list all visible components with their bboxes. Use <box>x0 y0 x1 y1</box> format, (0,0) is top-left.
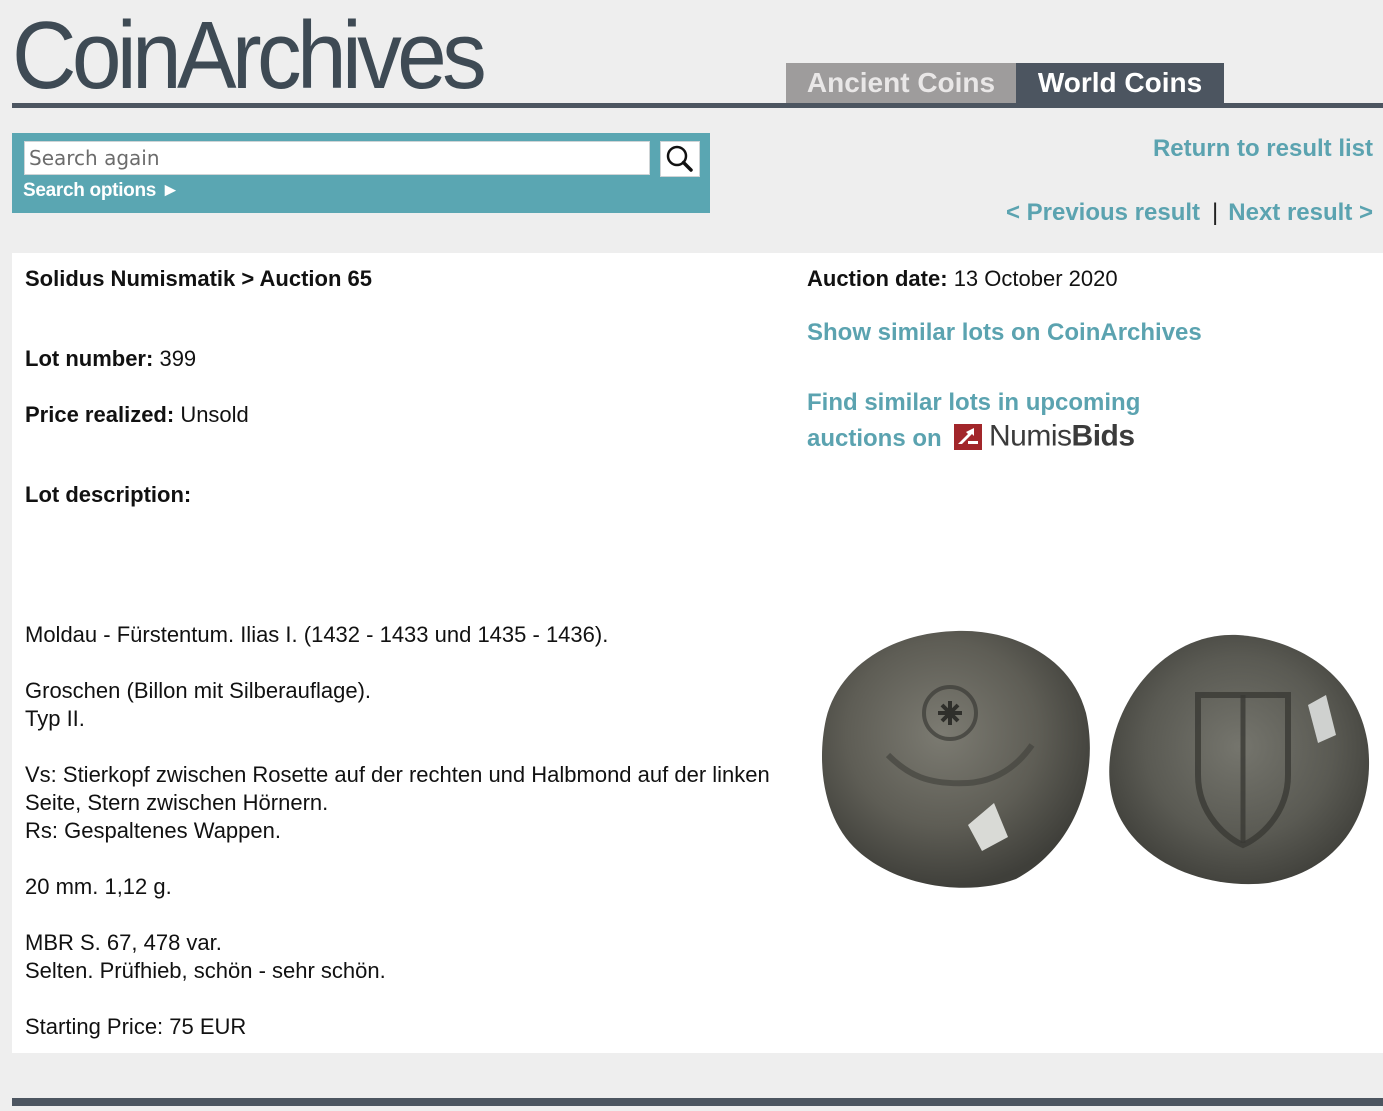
lot-number-label: Lot number: <box>25 346 154 371</box>
search-input[interactable] <box>24 141 650 175</box>
show-similar-lots-link[interactable]: Show similar lots on CoinArchives <box>807 319 1202 347</box>
description-line: Vs: Stierkopf zwischen Rosette auf der r… <box>25 762 770 815</box>
search-icon <box>666 145 693 172</box>
footer-divider <box>12 1098 1383 1106</box>
description-line: 20 mm. 1,12 g. <box>25 874 172 899</box>
description-block: MBR S. 67, 478 var. Selten. Prüfhieb, sch… <box>25 929 785 985</box>
header-divider <box>12 103 1383 108</box>
description-block: Vs: Stierkopf zwischen Rosette auf der r… <box>25 761 785 845</box>
coin-image[interactable] <box>818 625 1378 895</box>
auction-date-value: 13 October 2020 <box>953 266 1118 291</box>
coin-obverse <box>821 630 1090 888</box>
numisbids-logo[interactable]: NumisBids <box>954 418 1135 455</box>
description-line: Typ II. <box>25 706 85 731</box>
search-button[interactable] <box>660 141 700 177</box>
upcoming-line-1[interactable]: Find similar lots in upcoming <box>807 389 1140 416</box>
upcoming-line-2[interactable]: auctions on <box>807 425 942 452</box>
description-block: Groschen (Billon mit Silberauflage). Typ … <box>25 677 785 733</box>
coinarchives-logo[interactable]: CoinArchives <box>12 4 518 108</box>
description-line: MBR S. 67, 478 var. <box>25 930 222 955</box>
numisbids-wordmark: NumisBids <box>989 419 1135 453</box>
previous-result-link[interactable]: < Previous result <box>1006 199 1200 226</box>
search-panel: Search options ► <box>12 133 710 213</box>
tab-ancient-coins[interactable]: Ancient Coins <box>786 63 1016 103</box>
description-line: Selten. Prüfhieb, schön - sehr schön. <box>25 958 386 983</box>
lot-panel: Solidus Numismatik > Auction 65 Lot numb… <box>12 253 1383 1053</box>
lot-description-label: Lot description: <box>25 482 192 507</box>
search-options-link[interactable]: Search options ► <box>23 180 180 202</box>
tab-world-coins[interactable]: World Coins <box>1016 63 1224 103</box>
coin-reverse <box>1109 634 1370 885</box>
description-line: Starting Price: 75 EUR <box>25 1014 247 1039</box>
breadcrumb[interactable]: Solidus Numismatik > Auction 65 <box>25 265 372 293</box>
next-result-link[interactable]: Next result > <box>1228 199 1373 226</box>
pager-separator: | <box>1212 199 1219 226</box>
upcoming-auctions-link[interactable]: Find similar lots in upcoming auctions o… <box>807 385 1140 458</box>
lot-number-value: 399 <box>159 346 197 371</box>
lot-number: Lot number: 399 <box>25 345 196 373</box>
description-line: Groschen (Billon mit Silberauflage). <box>25 678 372 703</box>
lot-description: Moldau - Fürstentum. Ilias I. (1432 - 14… <box>25 621 785 1069</box>
auction-date: Auction date: 13 October 2020 <box>807 265 1118 293</box>
description-line: Rs: Gespaltenes Wappen. <box>25 818 281 843</box>
auction-date-label: Auction date: <box>807 266 948 291</box>
price-realized-label: Price realized: <box>25 402 175 427</box>
price-realized-value: Unsold <box>180 402 249 427</box>
numisbids-icon <box>954 423 983 450</box>
result-pager: < Previous result | Next result > <box>1006 199 1373 227</box>
return-to-results-link[interactable]: Return to result list <box>1153 135 1373 163</box>
price-realized: Price realized: Unsold <box>25 401 249 429</box>
description-line: Moldau - Fürstentum. Ilias I. (1432 - 14… <box>25 622 609 647</box>
